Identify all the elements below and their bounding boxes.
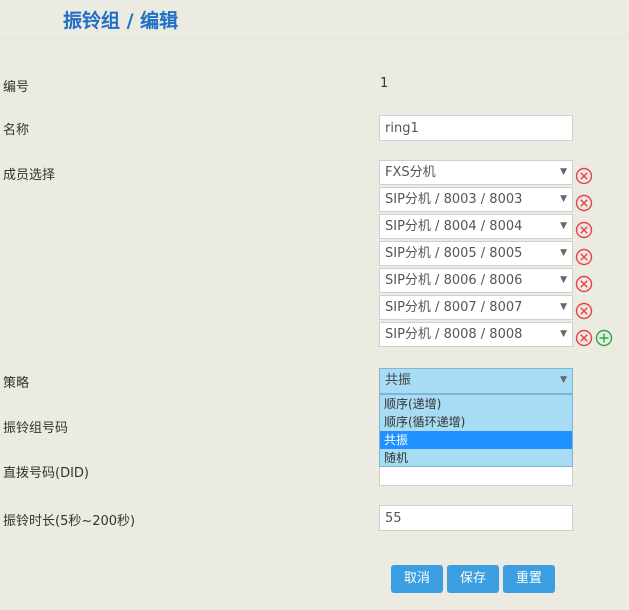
name-input[interactable] <box>379 115 573 141</box>
add-circle-icon[interactable] <box>595 329 613 347</box>
remove-circle-icon[interactable] <box>575 221 593 239</box>
member-select-value: SIP分机 / 8003 / 8003 <box>385 192 523 207</box>
strategy-dropdown-list: 顺序(递增) 顺序(循环递增) 共振 随机 <box>379 394 573 467</box>
ring-duration-input[interactable] <box>379 505 573 531</box>
strategy-option-selected[interactable]: 共振 <box>380 431 572 449</box>
cancel-button[interactable]: 取消 <box>391 565 443 593</box>
member-select-value: SIP分机 / 8004 / 8004 <box>385 219 523 234</box>
member-select-6[interactable]: SIP分机 / 8007 / 8007 ▼ <box>379 295 573 320</box>
name-label: 名称 <box>3 123 30 138</box>
remove-circle-icon[interactable] <box>575 275 593 293</box>
remove-circle-icon[interactable] <box>575 167 593 185</box>
chevron-down-icon: ▼ <box>560 275 567 285</box>
title-divider <box>0 38 629 39</box>
strategy-label: 策略 <box>3 376 30 391</box>
member-select-1[interactable]: FXS分机 ▼ <box>379 160 573 185</box>
chevron-down-icon: ▼ <box>560 194 567 204</box>
id-label: 编号 <box>3 80 30 95</box>
members-label: 成员选择 <box>3 168 56 183</box>
reset-button[interactable]: 重置 <box>503 565 555 593</box>
chevron-down-icon: ▼ <box>560 221 567 231</box>
id-value: 1 <box>380 76 389 91</box>
chevron-down-icon: ▼ <box>560 248 567 258</box>
strategy-option[interactable]: 顺序(循环递增) <box>380 413 572 431</box>
member-select-value: SIP分机 / 8005 / 8005 <box>385 246 523 261</box>
group-number-label: 振铃组号码 <box>3 421 69 436</box>
member-select-4[interactable]: SIP分机 / 8005 / 8005 ▼ <box>379 241 573 266</box>
member-select-5[interactable]: SIP分机 / 8006 / 8006 ▼ <box>379 268 573 293</box>
strategy-option[interactable]: 顺序(递增) <box>380 395 572 413</box>
ring-duration-label: 振铃时长(5秒~200秒) <box>3 514 136 529</box>
strategy-select-value: 共振 <box>385 373 412 388</box>
page-title: 振铃组 / 编辑 <box>63 10 179 32</box>
member-select-value: SIP分机 / 8008 / 8008 <box>385 327 523 342</box>
chevron-down-icon: ▼ <box>560 167 567 177</box>
remove-circle-icon[interactable] <box>575 194 593 212</box>
remove-circle-icon[interactable] <box>575 248 593 266</box>
strategy-select[interactable]: 共振 ▼ <box>379 368 573 394</box>
chevron-down-icon: ▼ <box>560 375 567 385</box>
member-select-7[interactable]: SIP分机 / 8008 / 8008 ▼ <box>379 322 573 347</box>
member-select-value: FXS分机 <box>385 165 436 180</box>
save-button[interactable]: 保存 <box>447 565 499 593</box>
remove-circle-icon[interactable] <box>575 302 593 320</box>
chevron-down-icon: ▼ <box>560 329 567 339</box>
member-select-2[interactable]: SIP分机 / 8003 / 8003 ▼ <box>379 187 573 212</box>
strategy-option[interactable]: 随机 <box>380 449 572 467</box>
chevron-down-icon: ▼ <box>560 302 567 312</box>
member-select-value: SIP分机 / 8006 / 8006 <box>385 273 523 288</box>
remove-circle-icon[interactable] <box>575 329 593 347</box>
member-select-value: SIP分机 / 8007 / 8007 <box>385 300 523 315</box>
member-select-3[interactable]: SIP分机 / 8004 / 8004 ▼ <box>379 214 573 239</box>
did-label: 直拨号码(DID) <box>3 466 89 481</box>
